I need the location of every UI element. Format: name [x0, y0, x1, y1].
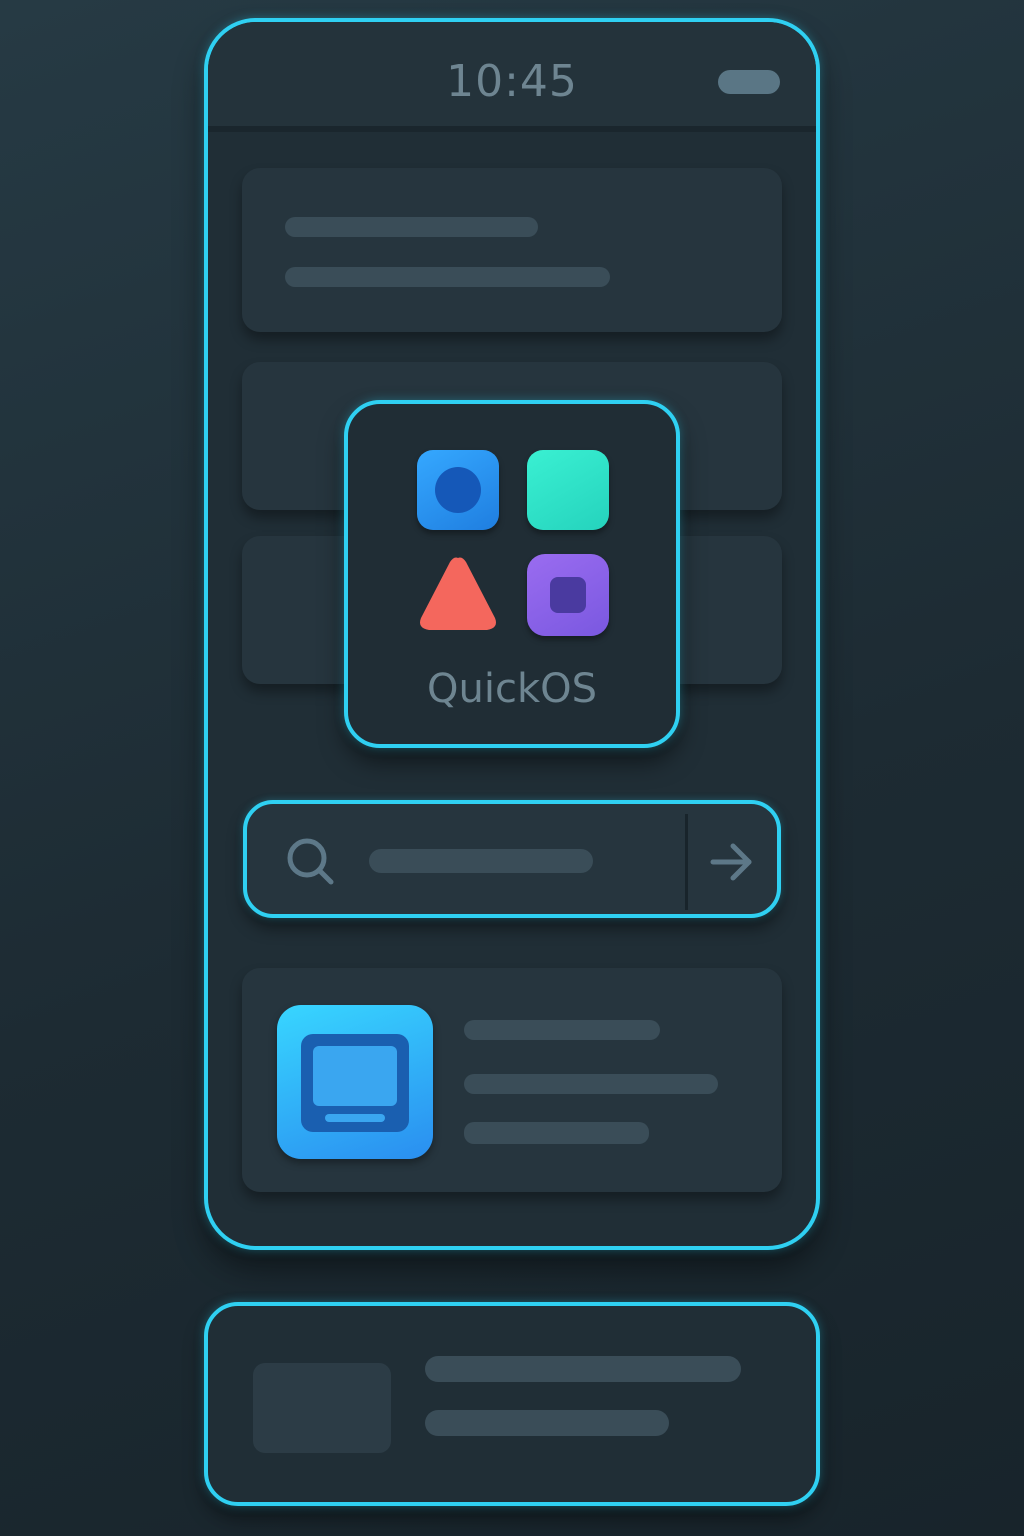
purple-square-app-icon[interactable] [527, 554, 609, 636]
search-divider [685, 814, 688, 910]
status-bar: 10:45 [208, 22, 816, 132]
monitor-screen [313, 1046, 397, 1106]
search-input[interactable] [369, 849, 593, 873]
text-line-placeholder [285, 217, 538, 237]
text-line-placeholder [464, 1122, 649, 1144]
inner-square-shape [550, 577, 586, 613]
teal-square-app-icon[interactable] [527, 450, 609, 530]
monitor-app-icon[interactable] [277, 1005, 433, 1159]
text-line-placeholder [464, 1020, 660, 1040]
red-triangle-app-icon[interactable] [415, 552, 501, 636]
arrow-right-icon[interactable] [709, 840, 755, 884]
placeholder-card-1[interactable] [242, 168, 782, 332]
text-line-placeholder [425, 1356, 741, 1382]
battery-pill-icon [718, 70, 780, 94]
search-bar[interactable] [243, 800, 781, 918]
circle-shape [435, 467, 481, 513]
text-line-placeholder [285, 267, 610, 287]
monitor-stand [325, 1114, 385, 1122]
widget-title: QuickOS [427, 666, 597, 712]
thumbnail-placeholder [253, 1363, 391, 1453]
monitor-body [301, 1034, 409, 1132]
blue-circle-app-icon[interactable] [417, 450, 499, 530]
text-line-placeholder [464, 1074, 718, 1094]
quickos-widget[interactable]: QuickOS [344, 400, 680, 748]
bottom-panel[interactable] [204, 1302, 820, 1506]
text-line-placeholder [425, 1410, 669, 1436]
featured-app-card[interactable] [242, 968, 782, 1192]
search-icon[interactable] [285, 836, 337, 888]
